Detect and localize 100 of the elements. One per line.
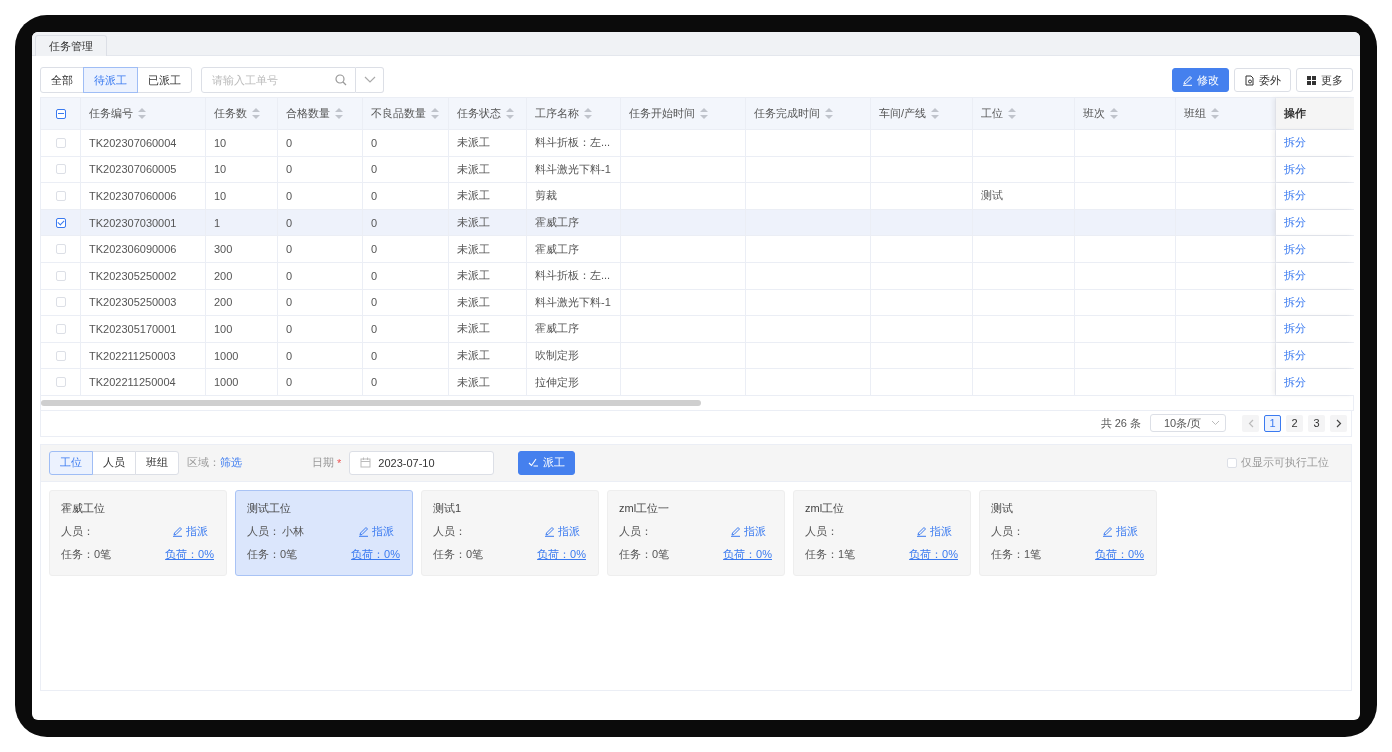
pencil-icon <box>1102 525 1113 537</box>
split-link[interactable]: 拆分 <box>1284 215 1306 231</box>
table-cell: 未派工 <box>457 294 490 310</box>
page-size-select[interactable]: 10条/页 <box>1150 414 1226 433</box>
column-header: 班次 <box>1083 106 1105 121</box>
load-link[interactable]: 负荷：0% <box>537 546 586 562</box>
assign-link[interactable]: 指派 <box>1102 523 1138 539</box>
sort-icon[interactable] <box>931 108 940 119</box>
person-label: 人员： <box>247 523 280 539</box>
action-button[interactable]: 修改 <box>1172 68 1229 92</box>
table-cell: 霍威工序 <box>535 241 579 257</box>
split-link[interactable]: 拆分 <box>1284 348 1306 364</box>
sort-icon[interactable] <box>431 108 439 119</box>
table-cell: 拉伸定形 <box>535 374 579 390</box>
workstation-name: 霍威工位 <box>61 500 106 516</box>
scrollbar-thumb[interactable] <box>41 399 701 406</box>
workstation-name: zml工位 <box>805 500 846 516</box>
table-cell: 测试 <box>981 188 1003 204</box>
table-cell: 10 <box>214 190 227 202</box>
split-link[interactable]: 拆分 <box>1284 321 1306 337</box>
assign-link[interactable]: 指派 <box>172 523 208 539</box>
sort-icon[interactable] <box>335 108 343 119</box>
table-cell: 0 <box>286 243 293 256</box>
task-count: 任务：0笔 <box>247 546 298 562</box>
workstation-card[interactable]: zml工位 人员： 指派 任务：1笔 负荷：0% <box>793 489 971 576</box>
workstation-card[interactable]: 测试1 人员： 指派 任务：0笔 负荷：0% <box>421 489 599 576</box>
total-count: 共 26 条 <box>1100 415 1141 431</box>
table-cell: TK202211250003 <box>89 349 176 362</box>
split-link[interactable]: 拆分 <box>1284 294 1306 310</box>
dispatch-tab[interactable]: 工位 <box>49 450 93 475</box>
page-button[interactable]: 1 <box>1264 414 1281 432</box>
assign-link[interactable]: 指派 <box>730 523 766 539</box>
column-header: 任务完成时间 <box>754 106 820 121</box>
table-cell: 200 <box>214 269 233 282</box>
assign-link[interactable]: 指派 <box>916 523 952 539</box>
column-header: 车间/产线 <box>879 106 927 121</box>
split-link[interactable]: 拆分 <box>1284 374 1306 390</box>
filter-tab[interactable]: 已派工 <box>137 67 192 93</box>
filter-link[interactable]: 筛选 <box>220 455 242 471</box>
sort-icon[interactable] <box>252 108 260 119</box>
date-field[interactable]: 2023-07-10 <box>349 450 495 475</box>
sort-icon[interactable] <box>1211 108 1219 119</box>
table-cell: 未派工 <box>457 268 490 284</box>
split-link[interactable]: 拆分 <box>1284 135 1306 151</box>
load-link[interactable]: 负荷：0% <box>1095 546 1144 562</box>
assign-link[interactable]: 指派 <box>544 523 580 539</box>
task-count: 任务：0笔 <box>433 546 484 562</box>
sort-icon[interactable] <box>700 108 708 119</box>
table-cell: TK202306090006 <box>89 243 177 256</box>
action-button[interactable]: 委外 <box>1234 68 1291 92</box>
workstation-card[interactable]: 测试工位 人员： 小林 指派 任务：0笔 负荷：0% <box>235 489 413 576</box>
load-link[interactable]: 负荷：0% <box>351 546 400 562</box>
task-count: 任务：1笔 <box>991 546 1042 562</box>
person-name: 小林 <box>282 523 304 539</box>
checkmark-icon <box>528 458 540 468</box>
column-header: 任务状态 <box>457 106 501 121</box>
row-checkbox[interactable] <box>55 217 66 228</box>
sort-icon[interactable] <box>506 108 514 119</box>
load-link[interactable]: 负荷：0% <box>723 546 772 562</box>
table-cell: 0 <box>371 322 378 335</box>
table-cell: TK202307030001 <box>89 216 177 229</box>
page-button[interactable]: 3 <box>1308 414 1325 432</box>
workstation-name: 测试工位 <box>247 500 292 516</box>
filter-tab[interactable]: 全部 <box>40 67 84 93</box>
action-button[interactable]: 更多 <box>1296 68 1353 92</box>
page-button[interactable]: 2 <box>1286 414 1303 432</box>
dispatch-tab[interactable]: 班组 <box>135 450 179 475</box>
calendar-icon <box>360 457 372 469</box>
load-link[interactable]: 负荷：0% <box>909 546 958 562</box>
required-mark: * <box>337 456 342 469</box>
workstation-card[interactable]: zml工位一 人员： 指派 任务：0笔 负荷：0% <box>607 489 785 576</box>
column-header: 合格数量 <box>286 106 330 121</box>
split-link[interactable]: 拆分 <box>1284 241 1306 257</box>
table-cell: TK202211250004 <box>89 376 176 389</box>
sort-icon[interactable] <box>584 108 592 119</box>
workstation-card[interactable]: 霍威工位 人员： 指派 任务：0笔 负荷：0% <box>49 489 227 576</box>
filter-tab[interactable]: 待派工 <box>83 67 138 93</box>
only-executable-checkbox[interactable]: 仅显示可执行工位 <box>1227 455 1329 471</box>
table-cell: 0 <box>371 243 378 256</box>
dropdown-button[interactable] <box>356 67 384 93</box>
split-link[interactable]: 拆分 <box>1284 188 1306 204</box>
sort-icon[interactable] <box>1110 108 1118 119</box>
sort-icon[interactable] <box>1008 108 1016 119</box>
split-link[interactable]: 拆分 <box>1284 161 1306 177</box>
table-cell: 0 <box>286 190 293 202</box>
next-page-button[interactable] <box>1330 414 1347 432</box>
load-link[interactable]: 负荷：0% <box>165 546 214 562</box>
sort-icon[interactable] <box>825 108 833 119</box>
previous-page-button[interactable] <box>1242 414 1259 432</box>
assign-link[interactable]: 指派 <box>358 523 394 539</box>
table-cell: 1000 <box>214 349 239 362</box>
table-cell: 0 <box>371 163 378 176</box>
sort-icon[interactable] <box>138 108 146 119</box>
task-count: 任务：0笔 <box>61 546 112 562</box>
workstation-card[interactable]: 测试 人员： 指派 任务：1笔 负荷：0% <box>979 489 1157 576</box>
dispatch-tab[interactable]: 人员 <box>92 450 136 475</box>
split-link[interactable]: 拆分 <box>1284 268 1306 284</box>
page-tab[interactable]: 任务管理 <box>35 35 107 56</box>
select-all-checkbox[interactable] <box>55 108 66 119</box>
dispatch-button[interactable]: 派工 <box>518 450 576 475</box>
